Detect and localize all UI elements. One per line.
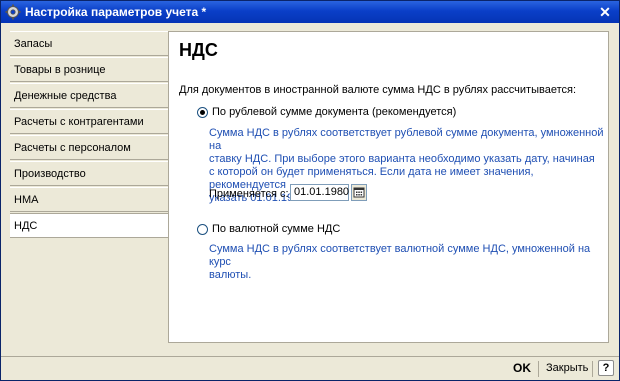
date-label: Применяется с: [209, 188, 289, 200]
settings-window: Настройка параметров учета * ✕ Запасы То… [0, 0, 620, 381]
nav-item-label: НДС [14, 220, 38, 232]
divider [592, 361, 593, 377]
nav-item-label: Запасы [14, 38, 53, 50]
close-icon[interactable]: ✕ [597, 4, 613, 20]
nav-item-label: Расчеты с контрагентами [14, 116, 144, 128]
question-label: Для документов в иностранной валюте сумм… [179, 84, 577, 96]
close-button[interactable]: Закрыть [546, 362, 588, 374]
page-title: НДС [179, 40, 218, 60]
calendar-button[interactable] [351, 184, 367, 201]
nav-item-proizvodstvo[interactable]: Производство [10, 161, 168, 186]
currency-sum-description: Сумма НДС в рублях соответствует валютно… [209, 243, 608, 282]
nav-item-nds[interactable]: НДС [10, 213, 170, 238]
nav-item-denezhnye-sredstva[interactable]: Денежные средства [10, 83, 168, 108]
nav-item-label: Расчеты с персоналом [14, 142, 131, 154]
radio-selected-dot [200, 110, 205, 115]
date-field[interactable]: 01.01.1980 [290, 184, 349, 201]
window-title: Настройка параметров учета * [25, 5, 207, 19]
radio-currency-sum[interactable] [197, 224, 208, 235]
ok-button[interactable]: OK [513, 361, 531, 375]
radio-currency-sum-label[interactable]: По валютной сумме НДС [212, 223, 340, 235]
radio-ruble-sum-label[interactable]: По рублевой сумме документа (рекомендует… [212, 106, 456, 118]
nav-item-label: НМА [14, 194, 39, 206]
help-button[interactable]: ? [598, 360, 614, 376]
nav-item-raschety-s-kontragentami[interactable]: Расчеты с контрагентами [10, 109, 168, 134]
description-line: ставку НДС. При выборе этого варианта не… [209, 153, 595, 165]
nav-item-raschety-s-personalom[interactable]: Расчеты с персоналом [10, 135, 168, 160]
gear-icon [5, 4, 21, 20]
calendar-icon [353, 187, 365, 198]
settings-nav: Запасы Товары в рознице Денежные средств… [10, 31, 170, 343]
nav-item-label: Производство [14, 168, 86, 180]
nav-item-zapasy[interactable]: Запасы [10, 31, 168, 56]
divider [538, 361, 539, 377]
description-line: Сумма НДС в рублях соответствует валютно… [209, 243, 591, 268]
nav-item-tovary-v-roznice[interactable]: Товары в рознице [10, 57, 168, 82]
button-bar: OK Закрыть ? [1, 356, 619, 381]
description-line: валюты. [209, 269, 252, 281]
nav-item-nma[interactable]: НМА [10, 187, 168, 212]
nav-item-label: Товары в рознице [14, 64, 106, 76]
title-bar[interactable]: Настройка параметров учета * ✕ [1, 1, 619, 23]
description-line: Сумма НДС в рублях соответствует рублево… [209, 127, 604, 152]
radio-ruble-sum[interactable] [197, 107, 208, 118]
settings-panel: НДС Для документов в иностранной валюте … [168, 31, 609, 343]
nav-item-label: Денежные средства [14, 90, 117, 102]
